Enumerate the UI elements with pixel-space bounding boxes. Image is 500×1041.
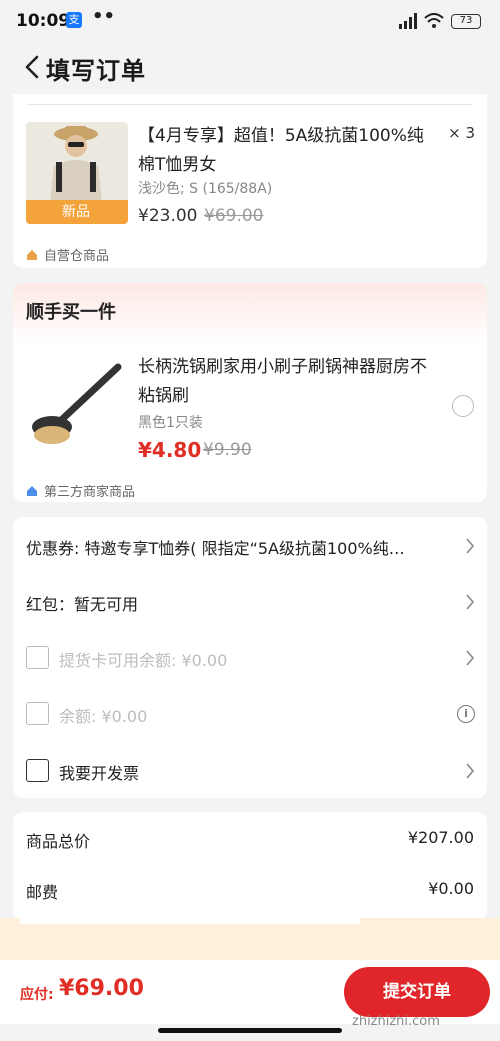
alipay-icon: 支 <box>66 12 82 28</box>
battery-icon: 73 <box>451 14 481 29</box>
add-on-title: 长柄洗锅刷家用小刷子刷锅神器厨房不粘锅刷 <box>138 357 427 406</box>
chevron-right-icon <box>466 650 475 666</box>
info-icon[interactable]: i <box>457 705 475 723</box>
warehouse-icon <box>27 250 37 260</box>
shipping-label: 邮费 <box>26 883 59 902</box>
shipping-row: 邮费 ¥0.00 <box>26 879 474 903</box>
payable-amount: ¥69.00 <box>59 976 144 1001</box>
invoice-checkbox[interactable] <box>26 759 49 782</box>
add-on-card: 顺手买一件 长柄洗锅刷家用小刷子刷锅神器厨房不粘锅刷 黑色1只装 ¥4.80 ¥… <box>13 283 487 502</box>
add-on-original-price: ¥9.90 <box>203 440 252 460</box>
add-on-select-radio[interactable] <box>452 395 474 417</box>
product-price: ¥23.00 <box>138 206 198 226</box>
gift-card-row[interactable]: 提货卡可用余额: ¥0.00 <box>13 630 487 686</box>
store-type: 自营仓商品 <box>26 245 109 264</box>
back-arrow-icon[interactable] <box>22 54 44 80</box>
coupon-row[interactable]: 优惠券: 特邀专享T恤券( 限指定“5A级抗菌100%纯… <box>13 518 487 574</box>
watermark: zhizhizhi.com <box>352 1014 440 1029</box>
shipping-value: ¥0.00 <box>428 879 474 898</box>
pot-brush-image[interactable] <box>26 353 130 457</box>
red-packet-row[interactable]: 红包：暂无可用 <box>13 574 487 630</box>
promo-overlay <box>20 918 360 924</box>
total-value: ¥207.00 <box>407 828 474 847</box>
balance-label: 余额: ¥0.00 <box>59 707 148 726</box>
home-gesture-bar[interactable] <box>158 1028 342 1033</box>
add-on-store-type: 第三方商家商品 <box>26 481 135 500</box>
order-item-card: 新品 【4月专享】超值！5A级抗菌100%纯棉T恤男女 × 3 浅沙色; S (… <box>13 94 487 268</box>
submit-order-button[interactable]: 提交订单 <box>344 967 490 1017</box>
promo-banner <box>0 918 500 960</box>
page-title: 填写订单 <box>46 57 146 85</box>
balance-row: 余额: ¥0.00 i <box>13 686 487 742</box>
chevron-right-icon <box>466 538 475 554</box>
product-quantity: × 3 <box>448 124 475 142</box>
total-row: 商品总价 ¥207.00 <box>26 828 474 852</box>
status-bar: 10:09 支 •• 73 <box>0 0 500 42</box>
chevron-right-icon <box>466 594 475 610</box>
chevron-right-icon <box>466 763 475 779</box>
wifi-icon <box>424 13 444 28</box>
add-on-price: ¥4.80 <box>138 438 202 462</box>
product-spec: 浅沙色; S (165/88A) <box>138 181 273 197</box>
page-header: 填写订单 <box>0 42 500 94</box>
product-image[interactable]: 新品 <box>26 122 128 224</box>
discount-options-card: 优惠券: 特邀专享T恤券( 限指定“5A级抗菌100%纯… 红包：暂无可用 提货… <box>13 517 487 798</box>
add-on-store-label: 第三方商家商品 <box>44 485 136 500</box>
divider <box>27 104 473 105</box>
add-on-spec: 黑色1只装 <box>138 415 203 431</box>
invoice-row[interactable]: 我要开发票 <box>13 743 487 798</box>
gift-card-label: 提货卡可用余额: ¥0.00 <box>59 651 228 670</box>
product-title: 【4月专享】超值！5A级抗菌100%纯棉T恤男女 <box>138 126 424 175</box>
payable-label: 应付: <box>20 987 54 1003</box>
total-label: 商品总价 <box>26 832 91 851</box>
status-time: 10:09 <box>16 11 71 31</box>
price-summary-card: 商品总价 ¥207.00 邮费 ¥0.00 <box>13 812 487 922</box>
signal-icon <box>399 13 417 29</box>
red-packet-label: 红包：暂无可用 <box>26 595 139 614</box>
store-type-label: 自营仓商品 <box>44 249 110 264</box>
store-icon <box>27 486 37 496</box>
more-notifications-icon: •• <box>92 6 116 27</box>
coupon-label: 优惠券: 特邀专享T恤券( 限指定“5A级抗菌100%纯… <box>26 539 405 558</box>
product-original-price: ¥69.00 <box>204 206 264 226</box>
add-on-heading: 顺手买一件 <box>26 302 116 323</box>
invoice-label: 我要开发票 <box>59 764 140 783</box>
new-product-tag: 新品 <box>26 200 128 224</box>
gift-card-checkbox[interactable] <box>26 646 49 669</box>
balance-checkbox[interactable] <box>26 702 49 725</box>
